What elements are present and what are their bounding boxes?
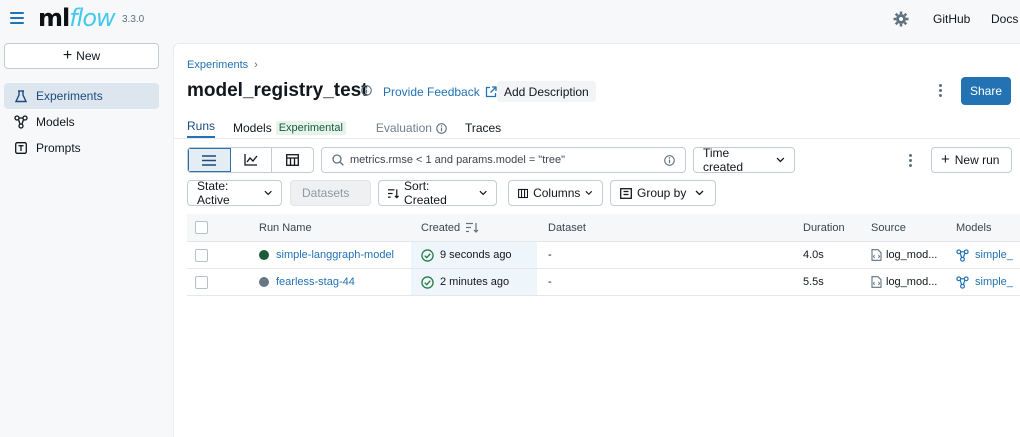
prompt-icon [14,141,28,155]
page-title: model_registry_test [187,80,368,101]
duration-cell: 5.5s [803,276,824,288]
models-icon [14,115,28,129]
chevron-down-icon [479,190,487,196]
created-cell: 2 minutes ago [411,269,537,295]
group-icon [620,187,632,199]
source-cell[interactable]: log_mod... [871,242,937,268]
sort-icon [388,188,400,198]
dataset-cell: - [548,249,552,261]
dataset-cell: - [548,276,552,288]
info-icon[interactable] [664,154,675,166]
info-icon[interactable] [361,85,372,96]
table-icon [286,154,300,166]
run-color-dot[interactable] [259,277,269,287]
docs-link[interactable]: Docs [991,12,1018,26]
check-circle-icon [421,248,434,262]
models-cell[interactable]: simple_ [956,242,1013,268]
select-all-checkbox[interactable] [195,214,208,241]
list-icon [202,154,217,166]
created-cell: 9 seconds ago [411,242,537,268]
new-run-button[interactable]: + New run [931,147,1012,173]
chevron-down-icon [776,157,785,163]
datasets-dropdown[interactable]: Datasets [290,180,371,206]
models-icon [956,248,969,262]
models-cell[interactable]: simple_ [956,269,1013,295]
group-by-dropdown[interactable]: Group by [610,180,716,206]
menu-icon[interactable] [10,12,24,24]
sidebar-item-prompts[interactable]: Prompts [4,135,159,161]
sidebar: + New Experiments Models Prompts [0,38,172,437]
search-bar [321,147,686,173]
search-icon [332,154,344,166]
run-color-dot[interactable] [259,250,269,260]
column-header-source[interactable]: Source [871,214,906,241]
notebook-icon [871,249,882,261]
top-bar: mlflow 3.3.0 GitHub Docs [0,0,1020,38]
external-link-icon [485,86,497,98]
chevron-down-icon [695,190,704,196]
run-name-cell: fearless-stag-44 [259,269,355,295]
provide-feedback-link[interactable]: Provide Feedback [383,85,497,99]
more-options-icon[interactable] [939,84,943,99]
table-view-button[interactable] [272,148,313,172]
table-row[interactable]: fearless-stag-44 2 minutes ago - 5.5s lo… [187,269,1020,296]
main-panel: Experiments › model_registry_test Provid… [173,43,1020,437]
tab-evaluation[interactable]: Evaluation [376,118,447,138]
tab-bar: Runs Models Experimental Evaluation Trace… [187,118,519,138]
tab-traces[interactable]: Traces [465,118,501,138]
new-button[interactable]: + New [4,43,159,69]
chevron-down-icon [264,190,272,196]
table-row[interactable]: simple-langgraph-model 9 seconds ago - 4… [187,242,1020,269]
column-header-dataset[interactable]: Dataset [548,214,586,241]
chevron-down-icon [360,192,361,194]
breadcrumb-separator: › [254,59,258,71]
column-header-run-name[interactable]: Run Name [259,214,312,241]
run-name-cell: simple-langgraph-model [259,242,394,268]
add-description-button[interactable]: Add Description [497,81,596,102]
search-input[interactable] [350,154,658,166]
chart-icon [244,154,258,166]
sidebar-item-models[interactable]: Models [4,109,159,135]
sort-descending-icon [466,222,479,233]
tab-runs[interactable]: Runs [187,118,216,138]
columns-dropdown[interactable]: Columns [508,180,603,206]
version-label: 3.3.0 [122,14,145,25]
more-options-icon[interactable] [909,154,913,169]
gear-icon[interactable] [893,11,909,27]
duration-cell: 4.0s [803,249,824,261]
github-link[interactable]: GitHub [933,12,970,26]
share-button[interactable]: Share [961,77,1011,105]
info-icon [436,122,447,134]
columns-icon [518,188,529,198]
tab-divider [174,138,1020,139]
tab-models[interactable]: Models Experimental [233,118,346,138]
column-header-models[interactable]: Models [956,214,991,241]
list-view-button[interactable] [188,148,231,172]
chart-view-button[interactable] [231,148,273,172]
plus-icon: + [941,151,950,168]
sidebar-item-experiments[interactable]: Experiments [4,83,159,109]
table-header: Run Name Created Dataset Duration Source… [187,214,1020,242]
row-checkbox[interactable] [195,242,208,268]
beaker-icon [14,89,28,103]
run-name-link[interactable]: fearless-stag-44 [276,276,355,288]
chevron-down-icon [585,190,593,196]
notebook-icon [871,276,882,288]
check-circle-icon [421,275,434,289]
time-created-dropdown[interactable]: Time created [693,146,795,174]
mlflow-logo[interactable]: mlflow [38,4,116,32]
run-name-link[interactable]: simple-langgraph-model [276,249,394,261]
breadcrumb: Experiments › [187,59,258,71]
sort-dropdown[interactable]: Sort: Created [378,179,497,207]
row-checkbox[interactable] [195,269,208,295]
breadcrumb-experiments[interactable]: Experiments [187,59,248,71]
state-filter-dropdown[interactable]: State: Active [187,179,282,207]
column-header-duration[interactable]: Duration [803,214,845,241]
experimental-tag: Experimental [275,121,346,135]
column-header-created[interactable]: Created [421,214,479,241]
models-icon [956,275,969,289]
source-cell[interactable]: log_mod... [871,269,937,295]
view-mode-toggle [187,147,314,173]
plus-icon: + [62,47,73,64]
